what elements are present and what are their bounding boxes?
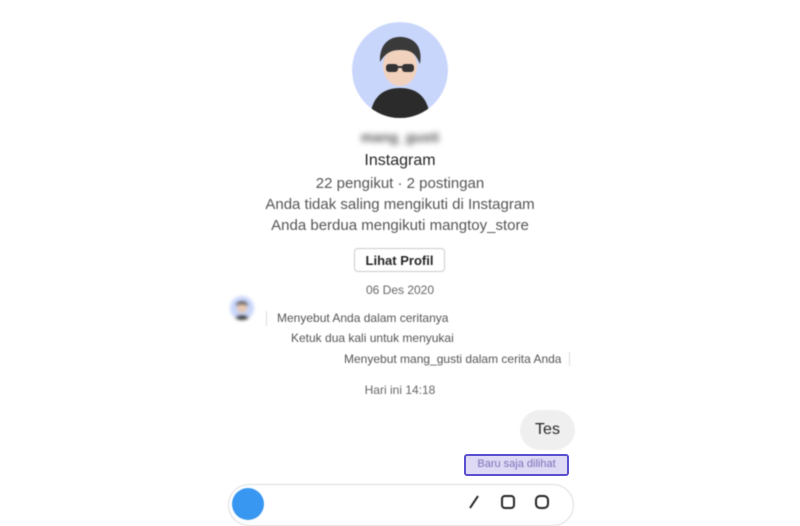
camera-icon[interactable] — [232, 488, 264, 520]
sent-message-bubble[interactable]: Tes — [520, 410, 575, 450]
follow-status: Anda tidak saling mengikuti di Instagram — [265, 196, 535, 213]
date-header-today: Hari ini 14:18 — [364, 383, 436, 397]
profile-stats: 22 pengikut · 2 postingan — [315, 175, 485, 192]
app-name: Instagram — [364, 152, 436, 169]
sticker-icon[interactable] — [534, 494, 550, 510]
story-mention-received[interactable]: Menyebut Anda dalam ceritanya — [266, 311, 448, 326]
seen-status: Baru saja dilihat — [464, 454, 569, 476]
microphone-icon[interactable] — [466, 494, 482, 510]
message-composer[interactable] — [228, 484, 574, 526]
seen-status-text: Baru saja dilihat — [477, 458, 556, 470]
sender-avatar[interactable] — [230, 296, 254, 320]
sent-message-text: Tes — [535, 421, 560, 438]
date-header: 06 Des 2020 — [365, 283, 435, 297]
story-mention-sent[interactable]: Menyebut mang_gusti dalam cerita Anda — [344, 352, 571, 366]
profile-username: mang_gusti — [360, 129, 440, 145]
double-tap-hint: Ketuk dua kali untuk menyukai — [291, 331, 454, 345]
gallery-icon[interactable] — [500, 494, 516, 510]
view-profile-button[interactable]: Lihat Profil — [354, 248, 445, 272]
mutual-follow: Anda berdua mengikuti mangtoy_store — [271, 217, 529, 234]
profile-avatar[interactable] — [352, 22, 448, 118]
